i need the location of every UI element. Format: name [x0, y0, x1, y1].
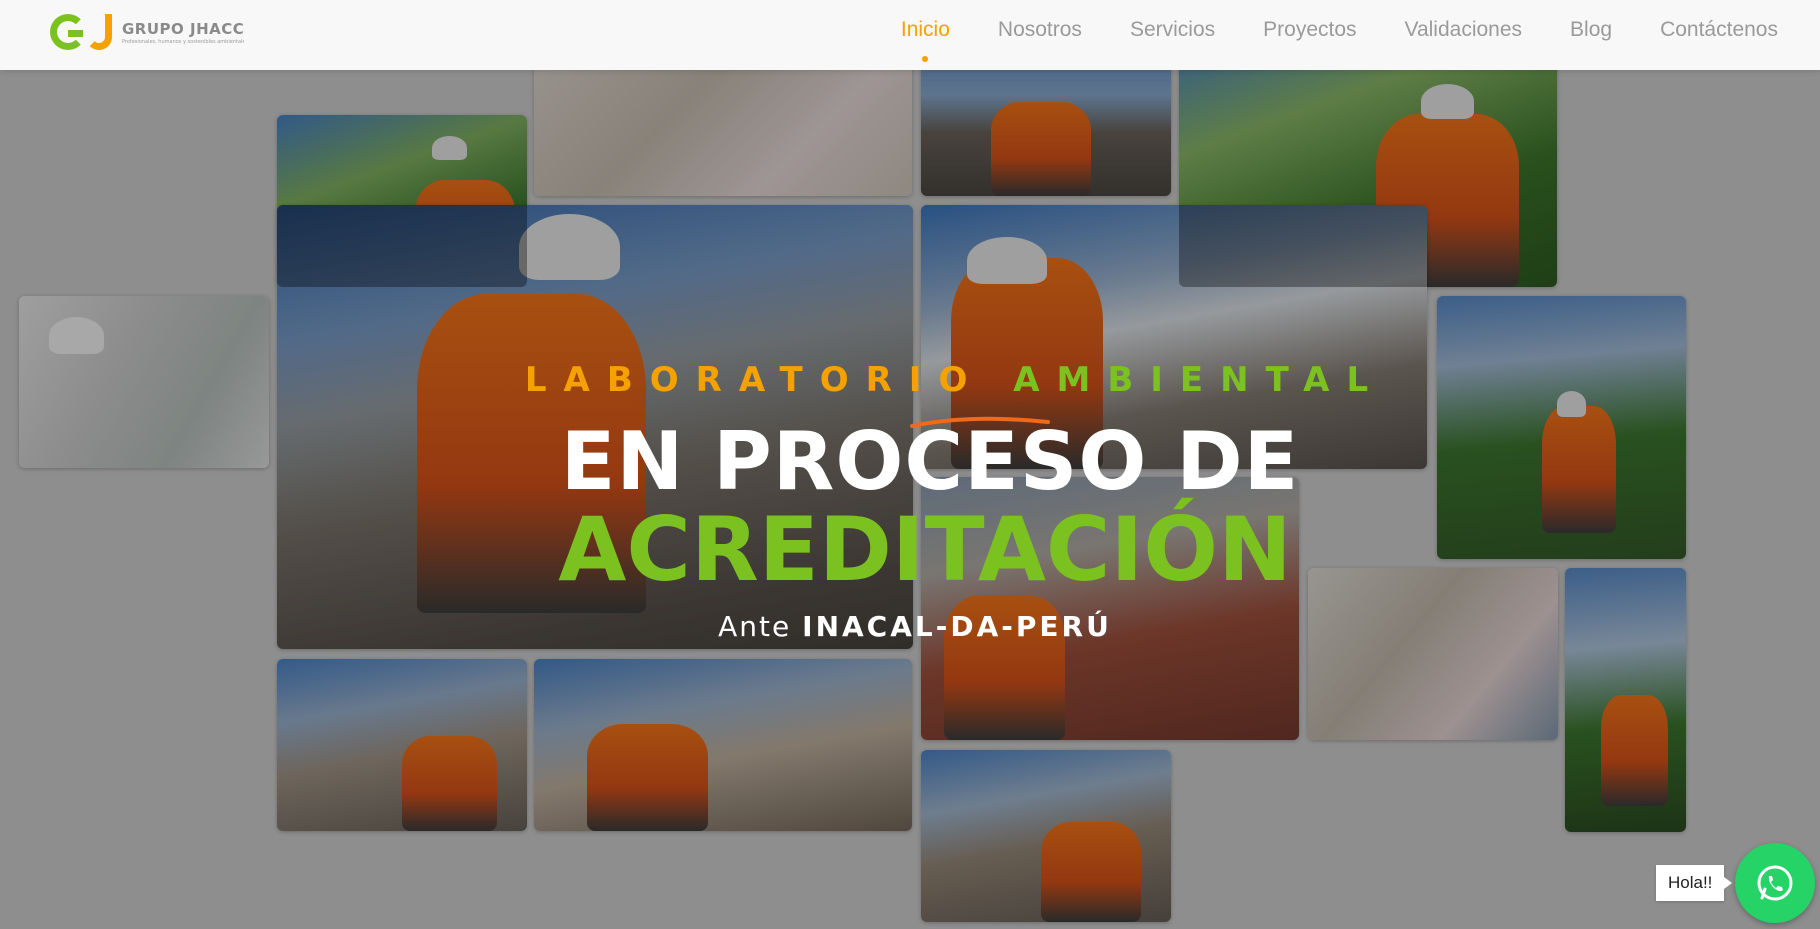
hero-ante-entity: INACAL-DA-PERÚ — [802, 610, 1112, 643]
hero-headline-line2: ACREDITACIÓN — [558, 498, 1292, 601]
nav-item-servicios[interactable]: Servicios — [1130, 18, 1215, 42]
photo-air-sampler-street — [277, 659, 527, 831]
logo-mark-icon — [50, 10, 118, 54]
main-nav: Inicio Nosotros Servicios Proyectos Vali… — [853, 18, 1778, 62]
hero-section: LABORATORIO AMBIENTAL EN PROCESO DE ACRE… — [0, 360, 1820, 643]
active-indicator-dot — [922, 56, 929, 62]
whatsapp-button[interactable] — [1735, 843, 1815, 923]
swoosh-underline-icon — [910, 416, 1050, 428]
site-header: GRUPO JHACC Profesionales, humanos y sos… — [0, 0, 1820, 70]
nav-item-blog[interactable]: Blog — [1570, 18, 1612, 42]
photo-air-sampler-buildings — [534, 659, 912, 831]
brand-tagline: Profesionales, humanos y sostenibles amb… — [122, 38, 244, 45]
hero-accreditation-body: Ante INACAL-DA-PERÚ — [10, 610, 1820, 643]
hero-subtitle: LABORATORIO AMBIENTAL — [90, 360, 1820, 400]
nav-item-contactenos[interactable]: Contáctenos — [1660, 18, 1778, 42]
nav-item-validaciones[interactable]: Validaciones — [1405, 18, 1523, 42]
hero-subtitle-ambiental: AMBIENTAL — [1013, 360, 1386, 400]
nav-item-nosotros[interactable]: Nosotros — [998, 18, 1082, 42]
photo-air-sampler-hillside — [921, 750, 1171, 922]
chat-greeting-bubble[interactable]: Hola!! — [1656, 865, 1733, 901]
nav-item-proyectos[interactable]: Proyectos — [1263, 18, 1356, 42]
brand-logo[interactable]: GRUPO JHACC Profesionales, humanos y sos… — [50, 10, 244, 54]
whatsapp-icon — [1757, 865, 1793, 901]
brand-name: GRUPO JHACC — [122, 19, 245, 38]
hero-subtitle-laboratorio: LABORATORIO — [524, 360, 985, 400]
nav-item-inicio[interactable]: Inicio — [901, 18, 950, 62]
hero-ante-prefix: Ante — [718, 610, 792, 643]
